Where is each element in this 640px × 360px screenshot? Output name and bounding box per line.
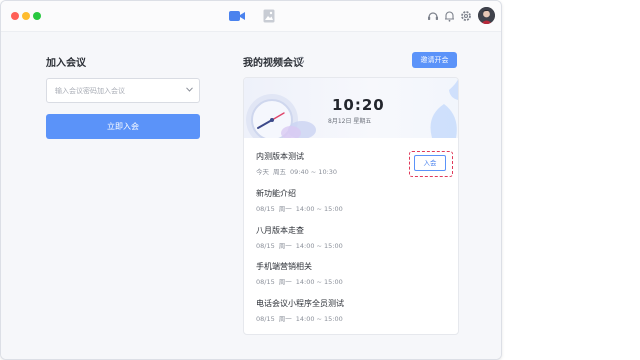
meeting-time: 今天 周五 09:40 ~ 10:30 xyxy=(256,166,341,176)
chevron-down-icon[interactable] xyxy=(186,87,193,92)
enter-meeting-button[interactable]: 入会 xyxy=(414,155,446,171)
meeting-time-range: 14:00 ~ 15:00 xyxy=(295,315,343,323)
gear-icon[interactable] xyxy=(460,10,472,22)
meeting-day: 08/15 xyxy=(256,205,275,213)
clock-banner: 10:20 8月12日 星期五 xyxy=(244,78,458,138)
join-meeting-heading: 加入会议 xyxy=(46,58,86,69)
meeting-title: 八月版本走查 xyxy=(256,226,304,235)
clock-time: 10:20 xyxy=(332,96,385,114)
meeting-title: 内测版本测试 xyxy=(256,152,304,161)
meeting-code-field[interactable] xyxy=(46,78,200,103)
invite-meeting-button[interactable]: 邀请开会 xyxy=(412,52,457,68)
meeting-time: 08/15 周一 14:00 ~ 15:00 xyxy=(256,203,347,213)
video-icon[interactable] xyxy=(229,10,245,22)
meeting-day: 08/15 xyxy=(256,315,275,323)
bell-icon[interactable] xyxy=(444,10,455,22)
meeting-code-input[interactable] xyxy=(55,79,180,102)
meeting-time-range: 14:00 ~ 15:00 xyxy=(295,278,343,286)
refresh-icon[interactable] xyxy=(296,56,305,65)
meeting-weekday: 周五 xyxy=(273,168,286,176)
meeting-weekday: 周一 xyxy=(278,242,292,250)
meeting-day: 今天 xyxy=(256,168,269,176)
avatar[interactable] xyxy=(478,7,495,24)
meeting-day: 08/15 xyxy=(256,242,275,250)
meeting-weekday: 周一 xyxy=(278,278,292,286)
close-window-button[interactable] xyxy=(11,12,19,20)
meeting-time-range: 14:00 ~ 15:00 xyxy=(295,242,343,250)
gallery-icon[interactable] xyxy=(263,9,275,23)
clock-date: 8月12日 星期五 xyxy=(328,118,372,125)
zoom-window-button[interactable] xyxy=(33,12,41,20)
title-bar xyxy=(1,1,501,32)
meeting-weekday: 周一 xyxy=(278,315,292,323)
meeting-time-range: 14:00 ~ 15:00 xyxy=(295,205,343,213)
meeting-weekday: 周一 xyxy=(278,205,292,213)
meeting-time: 08/15 周一 14:00 ~ 15:00 xyxy=(256,276,347,286)
minimize-window-button[interactable] xyxy=(22,12,30,20)
meeting-title: 手机端营销相关 xyxy=(256,262,312,271)
headset-icon[interactable] xyxy=(427,10,439,22)
app-window: 加入会议 立即入会 我的视频会议 邀请开会 10:20 8月 xyxy=(0,0,502,360)
my-meetings-heading: 我的视频会议 xyxy=(243,58,303,69)
join-now-button[interactable]: 立即入会 xyxy=(46,114,200,139)
meeting-list-card: 10:20 8月12日 星期五 内测版本测试 今天 周五 09:40 ~ 10:30… xyxy=(243,77,459,335)
meeting-title: 电话会议小程序全员测试 xyxy=(256,299,344,308)
meeting-day: 08/15 xyxy=(256,278,275,286)
meeting-time-range: 09:40 ~ 10:30 xyxy=(290,168,338,176)
meeting-time: 08/15 周一 14:00 ~ 15:00 xyxy=(256,313,347,323)
meeting-time: 08/15 周一 14:00 ~ 15:00 xyxy=(256,240,347,250)
meeting-title: 新功能介绍 xyxy=(256,189,296,198)
